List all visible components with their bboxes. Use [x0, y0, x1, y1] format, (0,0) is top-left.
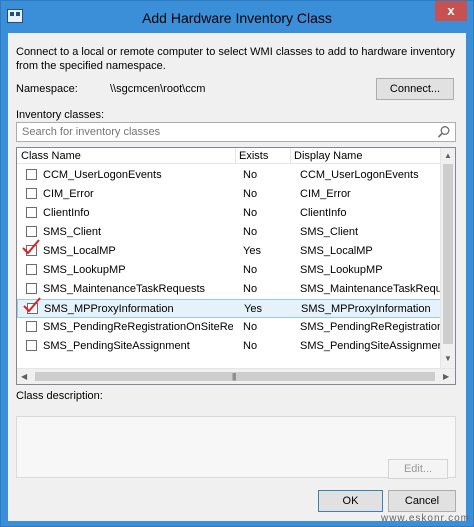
row-checkbox[interactable]: [26, 226, 37, 237]
scroll-up-icon[interactable]: ▲: [444, 151, 452, 160]
horizontal-scrollbar[interactable]: ◀ ||| ▶: [17, 368, 455, 384]
exists-cell: No: [243, 207, 258, 219]
search-icon[interactable]: [437, 125, 451, 139]
exists-cell: Yes: [243, 245, 261, 257]
vertical-scrollbar[interactable]: ▲ ▼: [440, 148, 455, 368]
class-name-cell: SMS_Client: [43, 226, 102, 238]
table-row[interactable]: SMS_PendingReRegistrationOnSiteReAssi No S…: [17, 318, 441, 337]
exists-cell: No: [243, 283, 258, 295]
inventory-class-list[interactable]: Class Name Exists Display Name CCM_UserL…: [16, 147, 456, 385]
class-description-label: Class description:: [16, 390, 103, 402]
table-row[interactable]: CIM_Error No CIM_Error: [17, 185, 441, 204]
table-row[interactable]: SMS_MPProxyInformation Yes SMS_MPProxyInfo…: [17, 297, 441, 318]
title-bar[interactable]: Add Hardware Inventory Class x: [1, 1, 473, 33]
class-name-cell: SMS_LookupMP: [43, 264, 126, 276]
display-name-cell: SMS_LookupMP: [300, 264, 383, 276]
display-name-cell: SMS_MaintenanceTaskReques: [300, 283, 440, 295]
class-name-cell: SMS_LocalMP: [43, 245, 116, 257]
table-row[interactable]: SMS_PendingSiteAssignment No SMS_PendingSi…: [17, 337, 441, 356]
exists-cell: No: [243, 340, 258, 352]
table-row[interactable]: SMS_LocalMP Yes SMS_LocalMP: [17, 239, 441, 261]
table-row[interactable]: SMS_LookupMP No SMS_LookupMP: [17, 261, 441, 280]
column-header-class-name[interactable]: Class Name: [21, 150, 81, 162]
window-title: Add Hardware Inventory Class: [142, 10, 332, 26]
cancel-button[interactable]: Cancel: [388, 490, 456, 512]
class-name-cell: SMS_PendingSiteAssignment: [43, 340, 190, 352]
close-button[interactable]: x: [435, 1, 467, 21]
dialog-window: Add Hardware Inventory Class x Connect t…: [0, 0, 474, 527]
exists-cell: No: [243, 264, 258, 276]
display-name-cell: SMS_LocalMP: [300, 245, 373, 257]
checkmark-icon: [22, 239, 40, 255]
class-name-cell: CCM_UserLogonEvents: [43, 169, 162, 181]
display-name-cell: CIM_Error: [300, 188, 351, 200]
edit-button[interactable]: Edit...: [388, 459, 448, 479]
scroll-right-icon[interactable]: ▶: [443, 372, 449, 381]
scroll-down-icon[interactable]: ▼: [444, 354, 452, 363]
class-name-cell: SMS_MPProxyInformation: [44, 303, 174, 315]
class-name-cell: SMS_PendingReRegistrationOnSiteReAssi: [43, 321, 233, 333]
row-checkbox[interactable]: [26, 207, 37, 218]
dialog-description: Connect to a local or remote computer to…: [16, 46, 455, 72]
inventory-classes-label: Inventory classes:: [16, 109, 105, 121]
table-row[interactable]: SMS_Client No SMS_Client: [17, 223, 441, 242]
namespace-value: \\sgcmcen\root\ccm: [110, 83, 206, 95]
exists-cell: No: [243, 188, 258, 200]
ok-button[interactable]: OK: [318, 490, 383, 512]
close-icon: x: [447, 3, 455, 18]
display-name-cell: SMS_PendingSiteAssignment: [300, 340, 440, 352]
exists-cell: No: [243, 226, 258, 238]
table-row[interactable]: SMS_MaintenanceTaskRequests No SMS_Mainten…: [17, 280, 441, 299]
exists-cell: No: [243, 169, 258, 181]
watermark: www.eskonr.com: [380, 513, 470, 524]
row-checkbox[interactable]: [26, 283, 37, 294]
class-name-cell: SMS_MaintenanceTaskRequests: [43, 283, 206, 295]
search-input[interactable]: [17, 123, 427, 141]
column-header-exists[interactable]: Exists: [239, 150, 268, 162]
checkmark-icon: [23, 297, 41, 313]
scroll-grip-icon: |||: [232, 372, 236, 381]
display-name-cell: CCM_UserLogonEvents: [300, 169, 419, 181]
column-header-display-name[interactable]: Display Name: [294, 150, 362, 162]
display-name-cell: SMS_Client: [300, 226, 359, 238]
class-name-cell: ClientInfo: [43, 207, 90, 219]
class-name-cell: CIM_Error: [43, 188, 94, 200]
row-checkbox[interactable]: [26, 188, 37, 199]
table-row[interactable]: CCM_UserLogonEvents No CCM_UserLogonEvents: [17, 166, 441, 185]
row-checkbox[interactable]: [26, 340, 37, 351]
display-name-cell: SMS_MPProxyInformation: [301, 303, 431, 315]
namespace-label: Namespace:: [16, 83, 78, 95]
exists-cell: No: [243, 321, 258, 333]
row-checkbox[interactable]: [26, 321, 37, 332]
display-name-cell: SMS_PendingReRegistrationO: [300, 321, 440, 333]
scroll-left-icon[interactable]: ◀: [21, 372, 27, 381]
vertical-scroll-thumb[interactable]: [443, 164, 453, 344]
row-checkbox[interactable]: [26, 169, 37, 180]
dialog-body: Connect to a local or remote computer to…: [8, 33, 466, 521]
search-box[interactable]: [16, 122, 456, 142]
connect-button[interactable]: Connect...: [376, 78, 454, 100]
table-row[interactable]: ClientInfo No ClientInfo: [17, 204, 441, 223]
row-checkbox[interactable]: [26, 264, 37, 275]
list-header: Class Name Exists Display Name: [17, 148, 441, 164]
display-name-cell: ClientInfo: [300, 207, 347, 219]
exists-cell: Yes: [244, 303, 262, 315]
